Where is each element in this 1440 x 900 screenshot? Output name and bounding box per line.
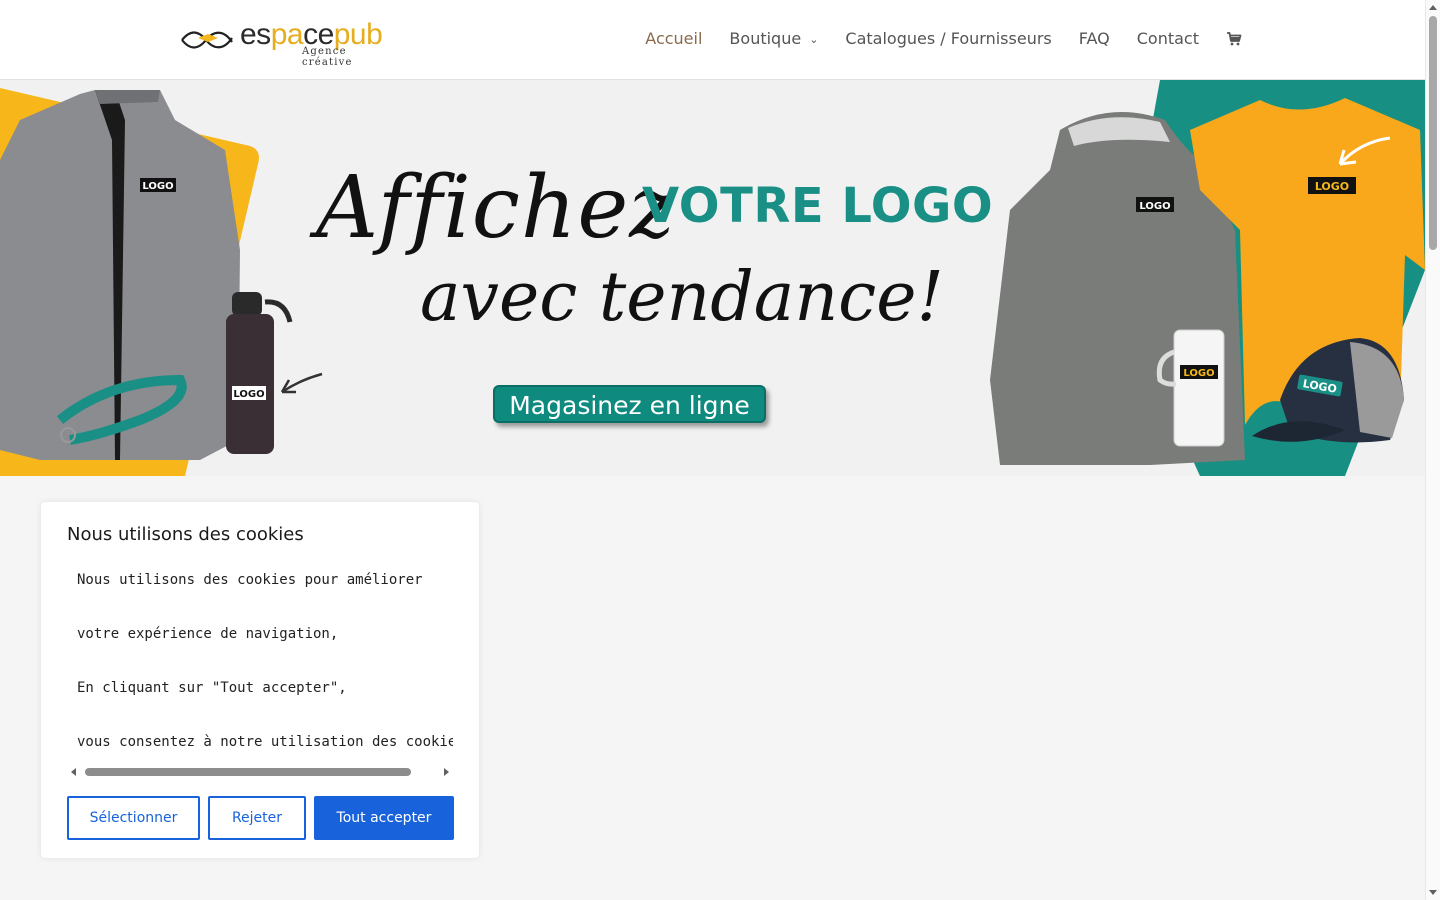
shopping-cart-icon xyxy=(1227,32,1242,46)
bottle-product: LOGO xyxy=(226,292,293,454)
svg-text:LOGO: LOGO xyxy=(142,181,173,192)
page-vertical-scrollbar[interactable] xyxy=(1425,0,1440,900)
logo-mark-icon xyxy=(181,31,233,49)
nav-item-boutique[interactable]: Boutique ⌄ xyxy=(729,28,818,50)
scroll-right-arrow-icon[interactable] xyxy=(444,768,449,776)
logo-tagline: Agence créative xyxy=(302,46,353,68)
select-cookies-button[interactable]: Sélectionner xyxy=(67,796,200,840)
chevron-down-icon: ⌄ xyxy=(809,33,819,46)
hero-headline-bold: VOTRE LOGO xyxy=(642,178,994,234)
cookie-message-line: vous consentez à notre utilisation des c… xyxy=(77,734,453,750)
nav-item-faq[interactable]: FAQ xyxy=(1079,28,1110,50)
cookie-message-line: votre expérience de navigation, xyxy=(77,626,339,642)
accept-all-cookies-button[interactable]: Tout accepter xyxy=(314,796,454,840)
cookie-message-line: En cliquant sur "Tout accepter", xyxy=(77,680,347,696)
site-logo[interactable]: espacepub Agence créative xyxy=(180,18,400,68)
cart-button[interactable] xyxy=(1226,31,1242,47)
svg-text:LOGO: LOGO xyxy=(1315,180,1349,193)
svg-text:LOGO: LOGO xyxy=(1139,201,1170,212)
shop-online-button[interactable]: Magasinez en ligne xyxy=(493,385,766,423)
scroll-down-arrow-icon[interactable] xyxy=(1429,890,1437,895)
cookie-horizontal-scrollbar[interactable] xyxy=(67,764,453,780)
scroll-left-arrow-icon[interactable] xyxy=(71,768,76,776)
hero-banner: LOGO LOGO LOGO LOGO LOGO LOGO Affichez V… xyxy=(0,80,1425,476)
nav-item-accueil[interactable]: Accueil xyxy=(645,28,702,50)
cookie-consent-banner: Nous utilisons des cookies Nous utilison… xyxy=(40,501,480,859)
scrollbar-thumb[interactable] xyxy=(1429,16,1437,250)
jacket-product: LOGO xyxy=(0,90,240,460)
site-header: espacepub Agence créative Accueil Boutiq… xyxy=(0,0,1425,80)
cookie-message-line: Nous utilisons des cookies pour améliore… xyxy=(77,572,423,588)
svg-text:LOGO: LOGO xyxy=(233,389,264,400)
nav-item-contact[interactable]: Contact xyxy=(1137,28,1199,50)
cookie-title: Nous utilisons des cookies xyxy=(67,524,304,545)
reject-cookies-button[interactable]: Rejeter xyxy=(208,796,306,840)
cookie-message: Nous utilisons des cookies pour améliore… xyxy=(67,562,453,758)
nav-item-catalogues[interactable]: Catalogues / Fournisseurs xyxy=(845,28,1051,50)
hero-headline-script: Affichez xyxy=(316,158,676,258)
svg-text:LOGO: LOGO xyxy=(1183,368,1214,379)
scrollbar-thumb[interactable] xyxy=(85,768,411,776)
hero-subheadline-script: avec tendance! xyxy=(420,258,944,337)
scroll-up-arrow-icon[interactable] xyxy=(1429,5,1437,10)
main-nav: Accueil Boutique ⌄ Catalogues / Fournisse… xyxy=(645,28,1242,50)
